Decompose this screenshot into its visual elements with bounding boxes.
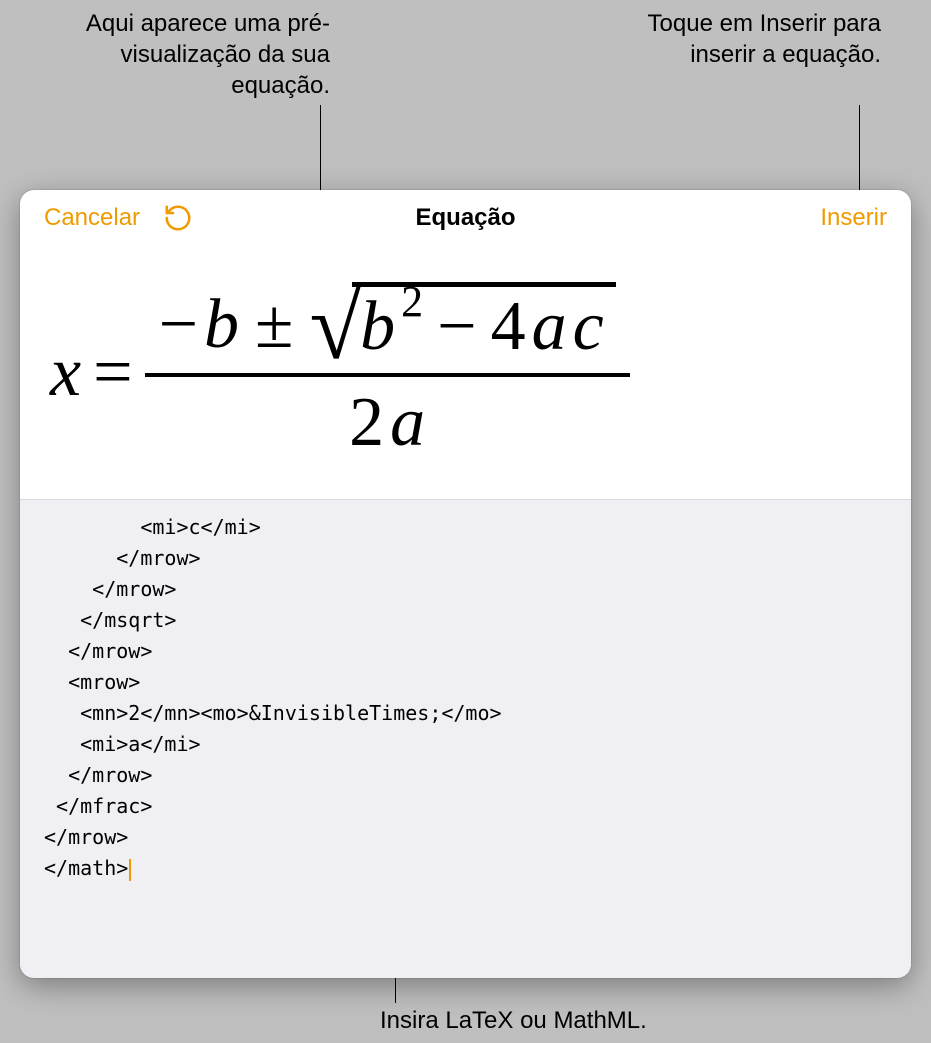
eq-denominator: 2a bbox=[335, 377, 439, 469]
code-input[interactable]: <mi>c</mi> </mrow> </mrow> </msqrt> </mr… bbox=[20, 499, 911, 978]
eq-denom-a: a bbox=[390, 383, 425, 463]
eq-sqrt-b: b bbox=[360, 287, 395, 367]
eq-sqrt-4: 4 bbox=[491, 287, 526, 367]
eq-sqrt-exp: 2 bbox=[401, 276, 423, 327]
eq-numerator: − b ± √ b2 − 4ac bbox=[145, 276, 630, 373]
callout-input: Insira LaTeX ou MathML. bbox=[380, 1007, 647, 1035]
cancel-button[interactable]: Cancelar bbox=[44, 204, 140, 232]
eq-b: b bbox=[204, 285, 239, 365]
eq-sqrt-minus: − bbox=[437, 287, 476, 367]
equation-preview: x = − b ± √ b2 − 4ac bbox=[20, 246, 911, 499]
callout-line-insert bbox=[859, 105, 860, 200]
callout-preview: Aqui aparece uma pré-visualização da sua… bbox=[20, 8, 330, 102]
eq-lhs: x bbox=[50, 333, 81, 413]
eq-sqrt-a: a bbox=[532, 287, 567, 367]
insert-button[interactable]: Inserir bbox=[820, 204, 887, 232]
eq-sqrt: √ b2 − 4ac bbox=[309, 282, 615, 367]
eq-equals: = bbox=[93, 333, 132, 413]
eq-minus: − bbox=[159, 285, 198, 365]
eq-fraction: − b ± √ b2 − 4ac 2a bbox=[145, 276, 630, 469]
eq-denom-2: 2 bbox=[349, 383, 384, 463]
equation-dialog: Cancelar Equação Inserir x = − b ± bbox=[20, 190, 911, 978]
undo-icon[interactable] bbox=[162, 202, 194, 234]
eq-sqrt-body: b2 − 4ac bbox=[352, 282, 616, 367]
eq-sqrt-c: c bbox=[573, 287, 604, 367]
eq-plusminus: ± bbox=[255, 285, 293, 365]
code-text: <mi>c</mi> </mrow> </mrow> </msqrt> </mr… bbox=[44, 515, 502, 880]
equation-render: x = − b ± √ b2 − 4ac bbox=[50, 276, 630, 469]
callout-insert: Toque em Inserir para inserir a equação. bbox=[621, 8, 881, 70]
text-cursor bbox=[129, 859, 131, 881]
dialog-toolbar: Cancelar Equação Inserir bbox=[20, 190, 911, 246]
